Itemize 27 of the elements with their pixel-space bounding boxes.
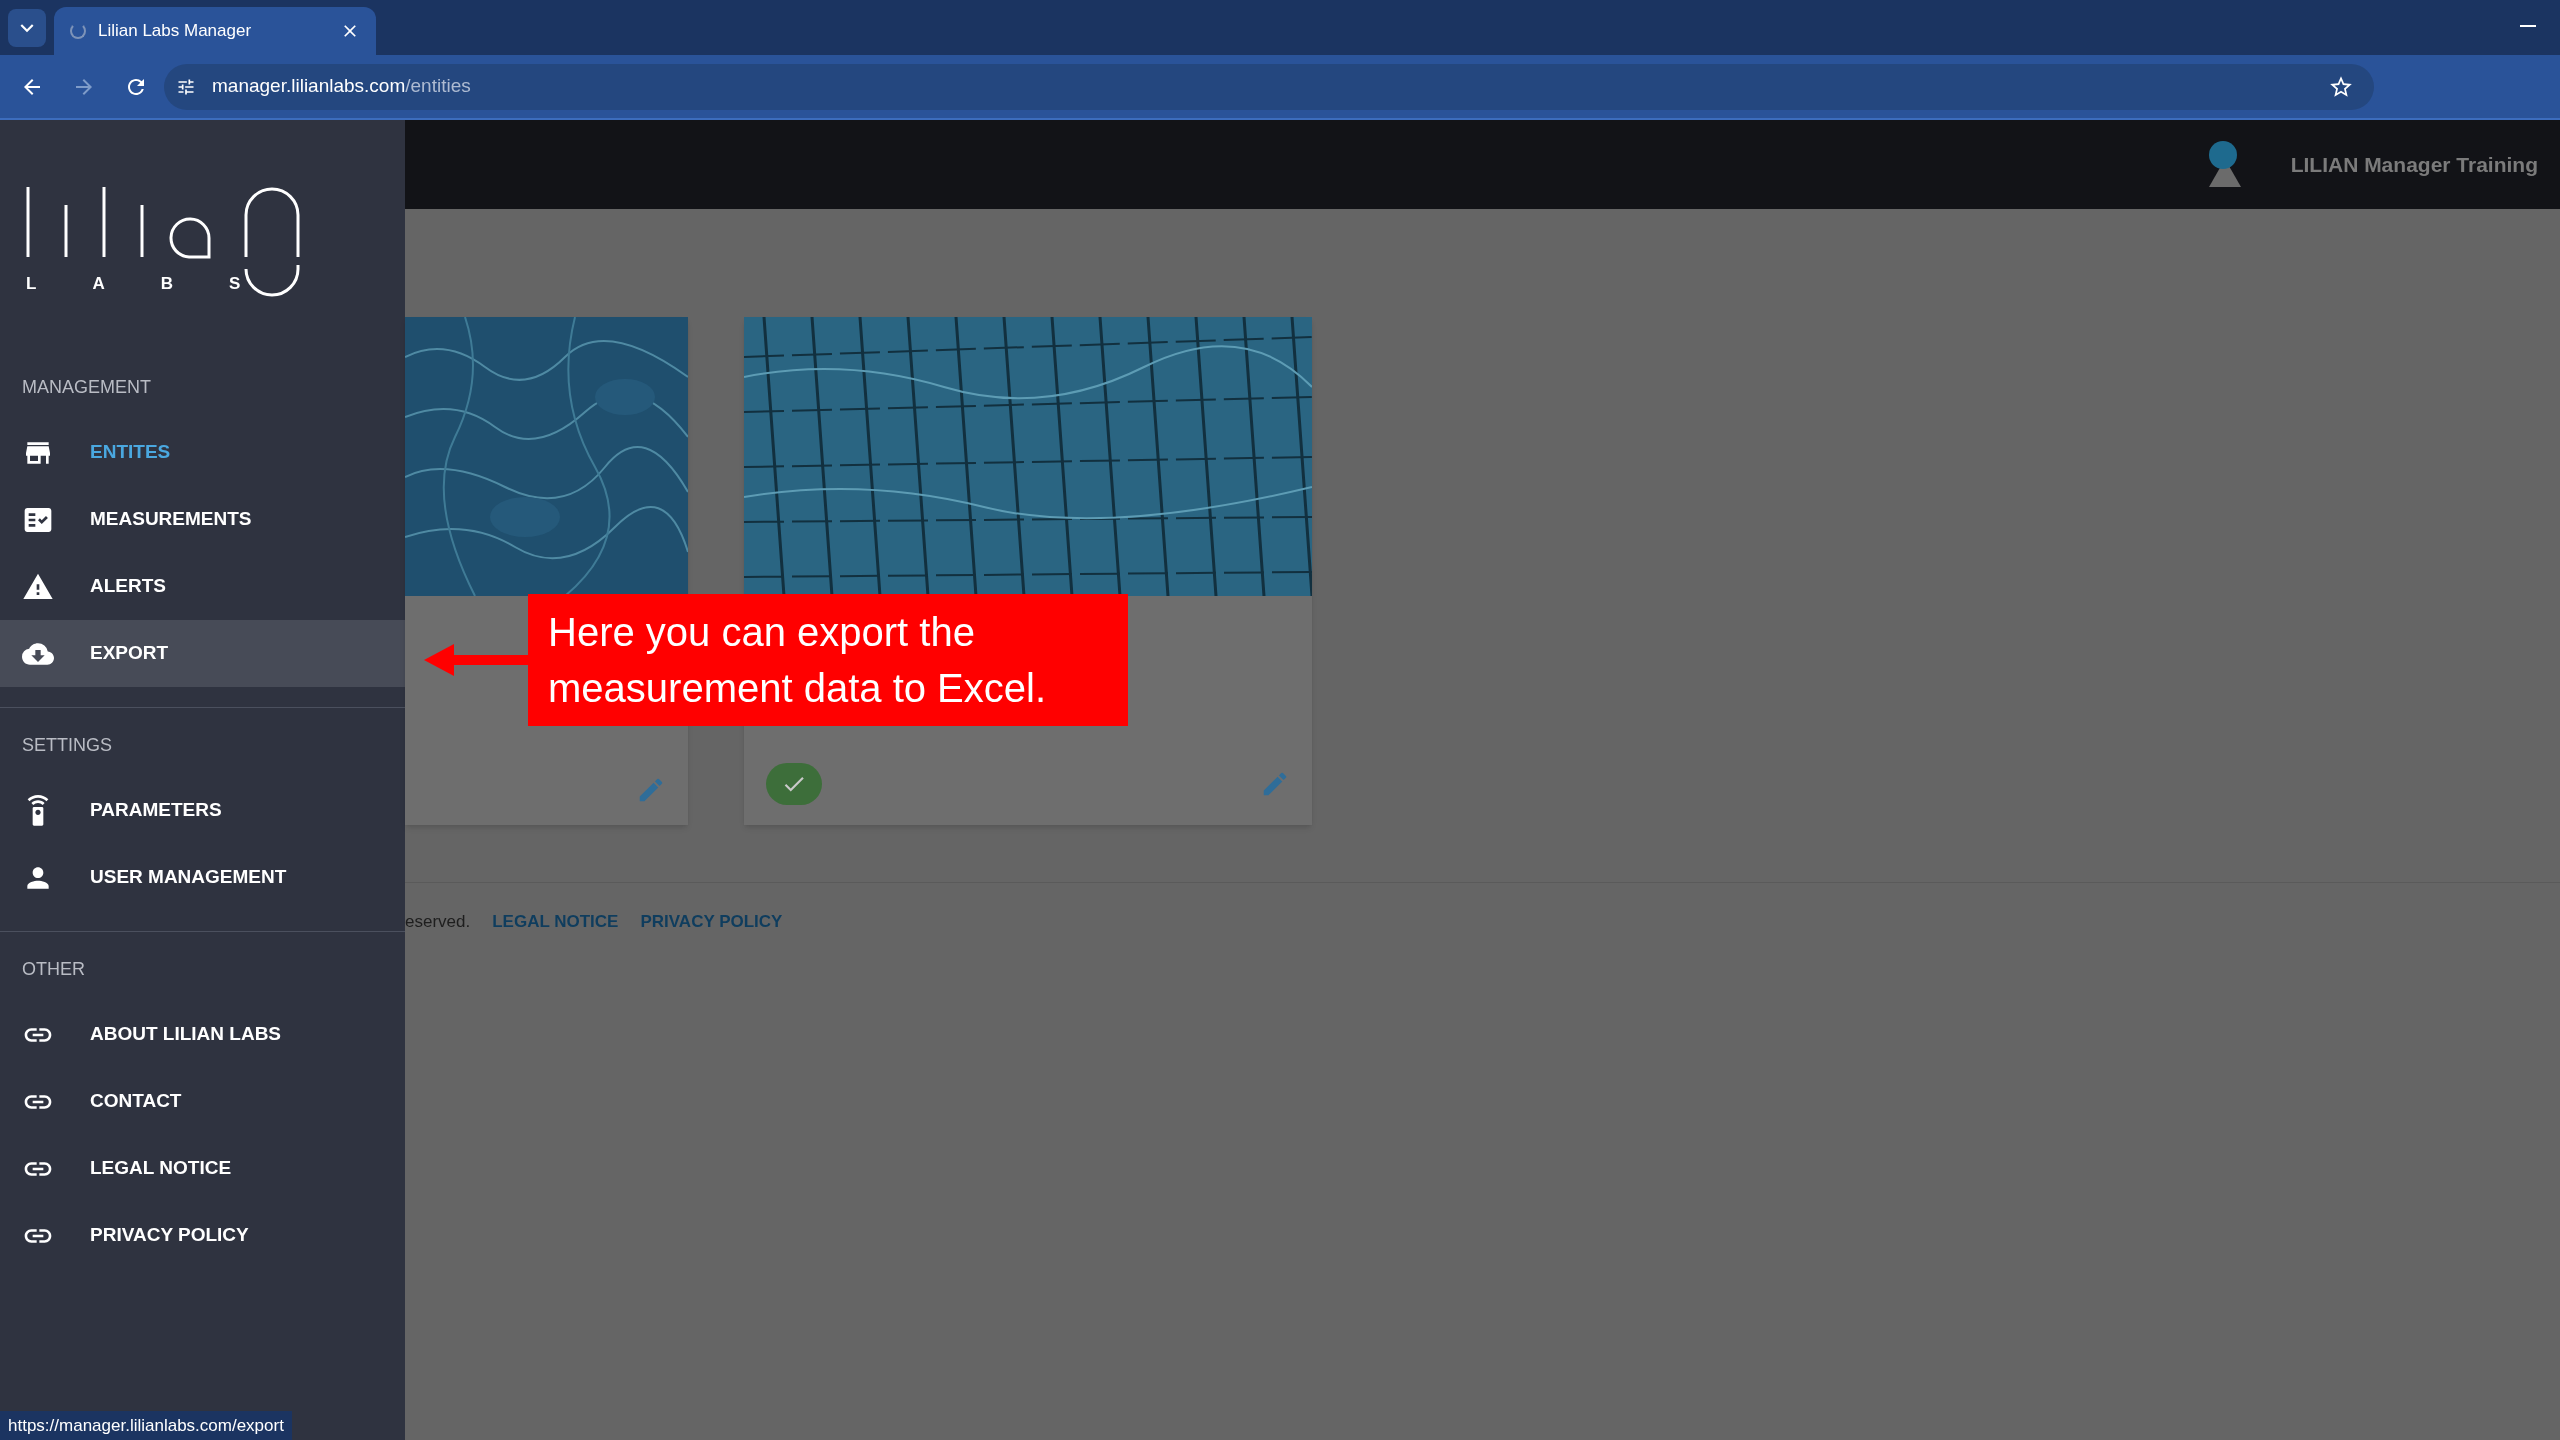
copyright-text: eserved.	[405, 911, 471, 933]
sidebar-item[interactable]: MEASUREMENTS	[0, 486, 405, 553]
arrow-left-icon	[424, 642, 528, 678]
sidebar-item[interactable]: LEGAL NOTICE	[0, 1135, 405, 1202]
sidebar-item[interactable]: ALERTS	[0, 553, 405, 620]
user-avatar-icon	[2206, 140, 2243, 189]
sidebar-item[interactable]: USER MANAGEMENT	[0, 844, 405, 911]
sidebar-item[interactable]: EXPORT	[0, 620, 405, 687]
browser-tab[interactable]: Lilian Labs Manager	[54, 7, 376, 55]
sidebar-item[interactable]: PRIVACY POLICY	[0, 1202, 405, 1269]
section-heading: OTHER	[21, 958, 86, 981]
section-heading: SETTINGS	[21, 734, 113, 757]
tab-list-button[interactable]	[8, 9, 46, 47]
export-hint-tooltip: Here you can export the measurement data to Excel.	[424, 594, 1128, 726]
section-heading: MANAGEMENT	[21, 376, 152, 399]
minimize-icon[interactable]	[2520, 24, 2536, 27]
sidebar-item[interactable]: PARAMETERS	[0, 777, 405, 844]
user-name: LILIAN Manager Training	[2290, 151, 2538, 178]
address-field[interactable]: manager.lilianlabs.com/entities	[164, 63, 2374, 110]
loading-icon	[70, 23, 86, 39]
sidebar-item[interactable]: ABOUT LILIAN LABS	[0, 1001, 405, 1068]
url-text: manager.lilianlabs.com/entities	[212, 74, 472, 99]
sidebar-item[interactable]: ENTITES	[0, 419, 405, 486]
logo-caption: LABS	[26, 273, 297, 295]
sidebar-item[interactable]: CONTACT	[0, 1068, 405, 1135]
tab-title: Lilian Labs Manager	[98, 20, 253, 43]
status-url: https://manager.lilianlabs.com/export	[0, 1410, 292, 1440]
